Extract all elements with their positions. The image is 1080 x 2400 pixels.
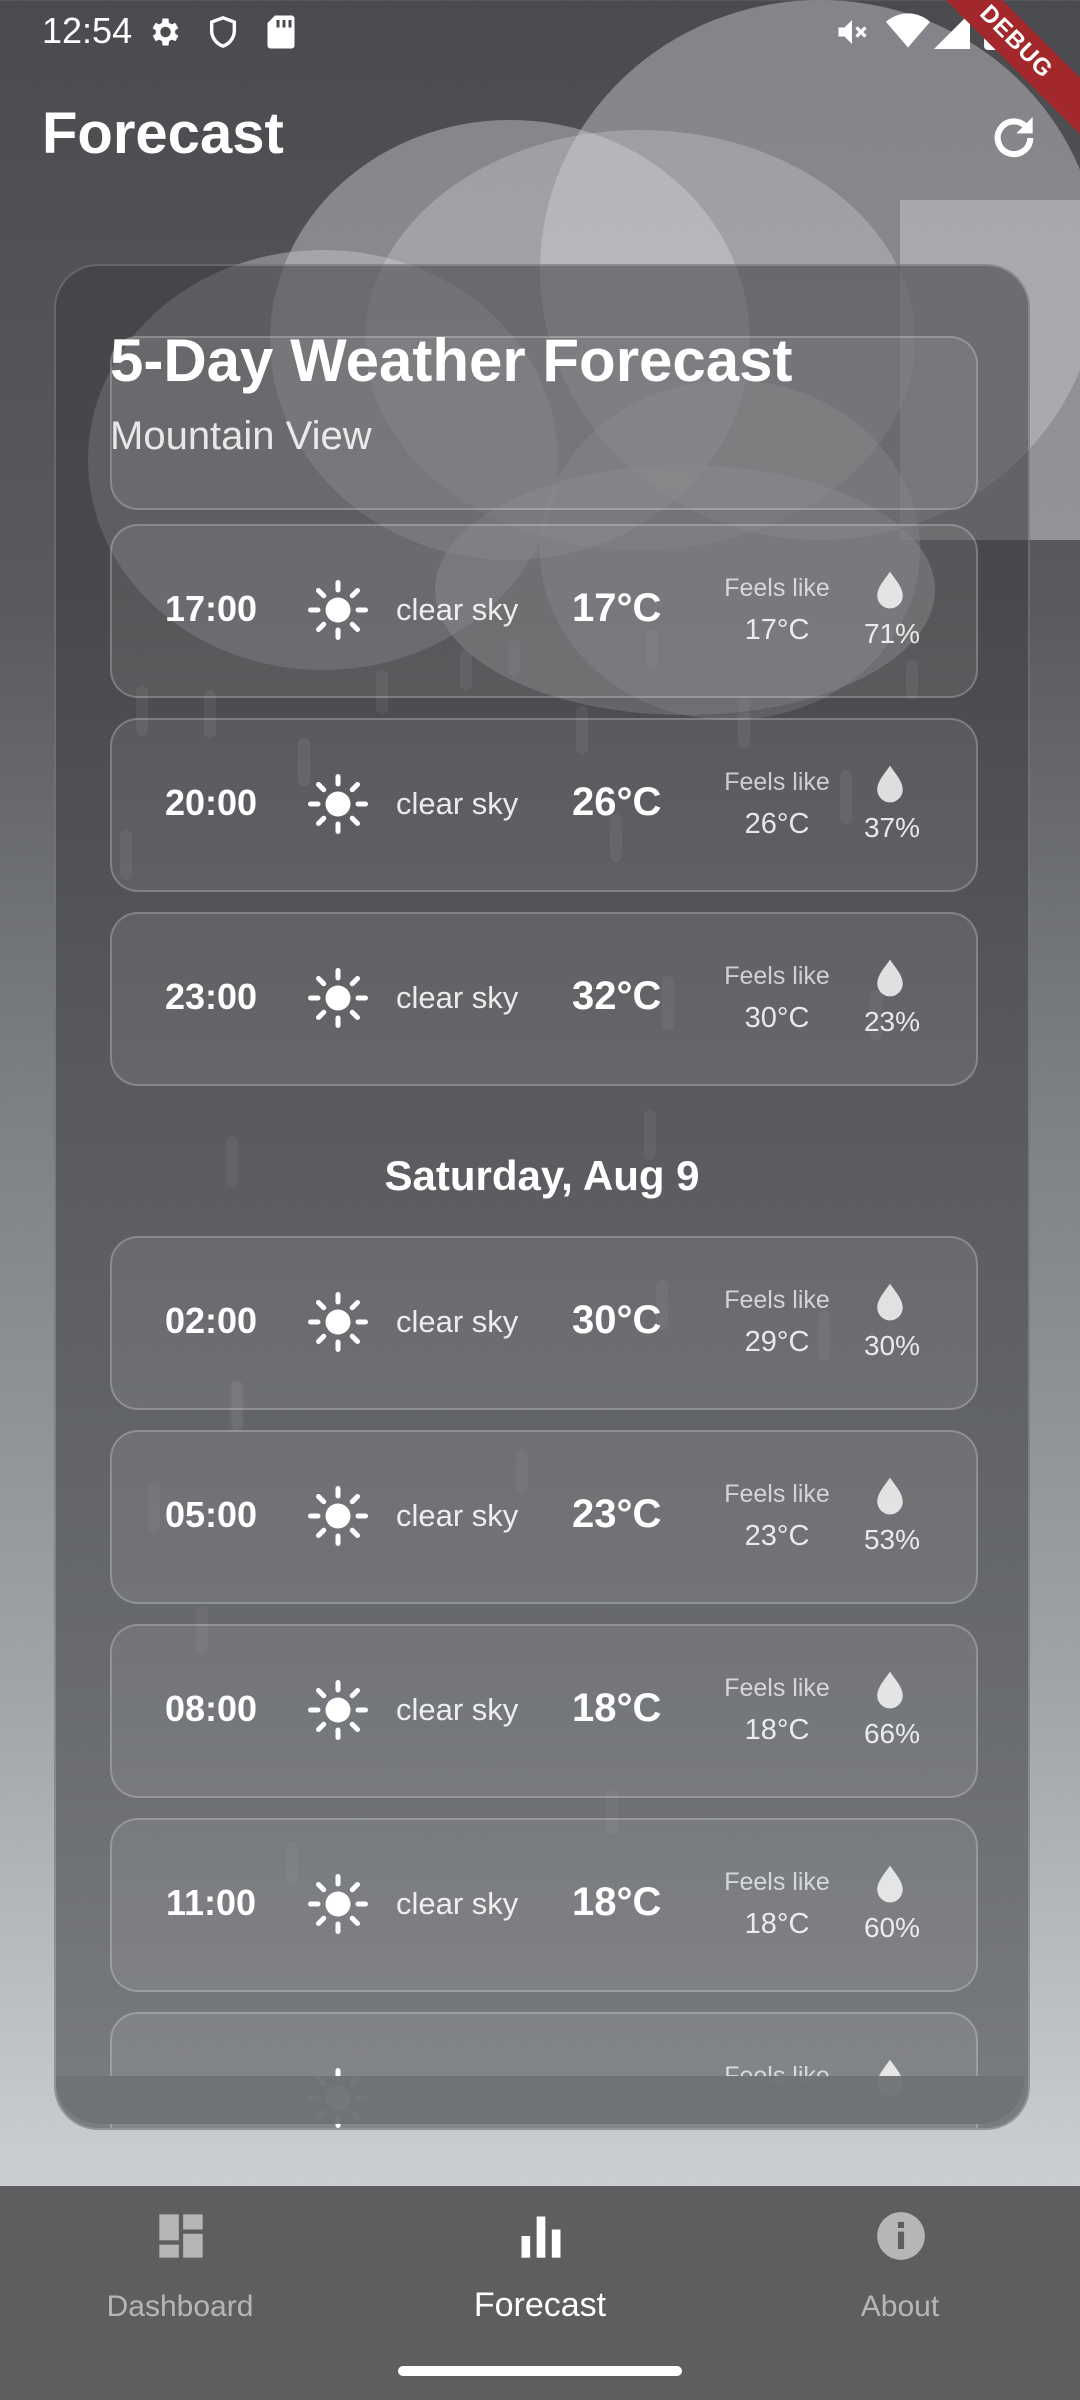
forecast-temp: 18°C bbox=[572, 1880, 662, 1924]
page-title: Forecast bbox=[42, 101, 284, 166]
sun-icon bbox=[308, 1486, 368, 1546]
humidity-drop-icon bbox=[877, 1671, 903, 1709]
forecast-row: 11:00 clear sky 18°C Feels like 18°C 60% bbox=[110, 1818, 978, 1992]
humidity-drop-icon bbox=[877, 571, 903, 609]
forecast-row: 17:00 clear sky 17°C Feels like 17°C 71% bbox=[110, 524, 978, 698]
feels-like-label: Feels like bbox=[724, 962, 830, 990]
forecast-row: 08:00 clear sky 18°C Feels like 18°C 66% bbox=[110, 1624, 978, 1798]
humidity-drop-icon bbox=[877, 959, 903, 997]
forecast-temp: 26°C bbox=[572, 780, 662, 824]
forecast-time: 08:00 bbox=[164, 1688, 258, 1729]
forecast-time: 11:00 bbox=[165, 1882, 257, 1923]
forecast-description: clear sky bbox=[396, 592, 519, 627]
forecast-temp: 32°C bbox=[572, 974, 662, 1018]
refresh-icon[interactable] bbox=[986, 110, 1042, 166]
forecast-row: 20:00 clear sky 26°C Feels like 26°C 37% bbox=[110, 718, 978, 892]
feels-like-value: 23°C bbox=[744, 1520, 810, 1552]
forecast-time: 05:00 bbox=[164, 1494, 258, 1535]
feels-like-value: 29°C bbox=[744, 1326, 810, 1358]
nav-label: Forecast bbox=[473, 2286, 607, 2324]
sun-icon bbox=[308, 968, 368, 1028]
feels-like-value: 30°C bbox=[744, 1002, 810, 1034]
feels-like-label: Feels like bbox=[724, 768, 830, 796]
forecast-time: 23:00 bbox=[164, 976, 258, 1017]
humidity-value: 71% bbox=[863, 618, 921, 649]
sun-icon bbox=[308, 1292, 368, 1352]
humidity-drop-icon bbox=[877, 1477, 903, 1515]
feels-like-label: Feels like bbox=[724, 1674, 830, 1702]
forecast-description: clear sky bbox=[396, 1498, 519, 1533]
humidity-drop-icon bbox=[877, 765, 903, 803]
nav-label: About bbox=[860, 2290, 940, 2323]
feels-like-label: Feels like bbox=[724, 1480, 830, 1508]
shield-icon bbox=[209, 16, 237, 48]
dashboard-icon bbox=[159, 2214, 203, 2258]
humidity-value: 53% bbox=[863, 1524, 921, 1555]
forecast-temp: 17°C bbox=[572, 586, 662, 630]
humidity-value: 66% bbox=[863, 1718, 921, 1749]
forecast-temp: 30°C bbox=[572, 1298, 662, 1342]
forecast-temp: 23°C bbox=[572, 1492, 662, 1536]
mute-icon bbox=[838, 20, 867, 44]
feels-like-value: 18°C bbox=[744, 1714, 810, 1746]
sun-icon bbox=[308, 580, 368, 640]
sd-card-icon bbox=[267, 15, 295, 49]
nav-dashboard[interactable]: Dashboard bbox=[0, 2186, 360, 2400]
forecast-time: 20:00 bbox=[164, 782, 258, 823]
humidity-value: 37% bbox=[863, 812, 921, 843]
forecast-description: clear sky bbox=[396, 786, 519, 821]
sun-icon bbox=[308, 1874, 368, 1934]
forecast-description: clear sky bbox=[396, 1692, 519, 1727]
feels-like-label: Feels like bbox=[724, 1286, 830, 1314]
forecast-description: clear sky bbox=[396, 980, 519, 1015]
wifi-icon bbox=[886, 13, 930, 48]
home-indicator[interactable] bbox=[398, 2366, 682, 2376]
sun-icon bbox=[308, 1680, 368, 1740]
forecast-time: 02:00 bbox=[164, 1300, 258, 1341]
bar-chart-icon bbox=[521, 2216, 561, 2258]
forecast-list[interactable]: 17:00 clear sky 17°C Feels like 17°C 71%… bbox=[110, 336, 978, 2128]
humidity-value: 23% bbox=[863, 1006, 921, 1037]
forecast-card: 5-Day Weather Forecast Mountain View 17:… bbox=[54, 264, 1030, 2130]
list-item bbox=[110, 336, 978, 510]
status-time: 12:54 bbox=[42, 10, 133, 51]
sun-icon bbox=[308, 774, 368, 834]
feels-like-value: 26°C bbox=[744, 808, 810, 840]
forecast-row: 02:00 clear sky 30°C Feels like 29°C 30% bbox=[110, 1236, 978, 1410]
forecast-description: clear sky bbox=[396, 1886, 519, 1921]
feels-like-value: 18°C bbox=[744, 1908, 810, 1940]
info-icon bbox=[877, 2212, 925, 2260]
feels-like-value: 17°C bbox=[744, 614, 810, 646]
card-footer bbox=[56, 2076, 1024, 2124]
feels-like-label: Feels like bbox=[724, 1868, 830, 1896]
forecast-description: clear sky bbox=[396, 1304, 519, 1339]
humidity-drop-icon bbox=[877, 1865, 903, 1903]
humidity-value: 60% bbox=[863, 1912, 921, 1943]
forecast-row: 23:00 clear sky 32°C Feels like 30°C 23% bbox=[110, 912, 978, 1086]
status-bar: 12:54 DEBUG bbox=[0, 0, 1080, 149]
nav-about[interactable]: About bbox=[720, 2186, 1080, 2400]
forecast-temp: 18°C bbox=[572, 1686, 662, 1730]
forecast-row: 05:00 clear sky 23°C Feels like 23°C 53% bbox=[110, 1430, 978, 1604]
forecast-time: 17:00 bbox=[164, 588, 258, 629]
settings-icon bbox=[152, 18, 179, 46]
humidity-value: 30% bbox=[863, 1330, 921, 1361]
feels-like-label: Feels like bbox=[724, 574, 830, 602]
day-header: Saturday, Aug 9 bbox=[384, 1152, 700, 1199]
humidity-drop-icon bbox=[877, 1283, 903, 1321]
nav-label: Dashboard bbox=[106, 2290, 254, 2323]
